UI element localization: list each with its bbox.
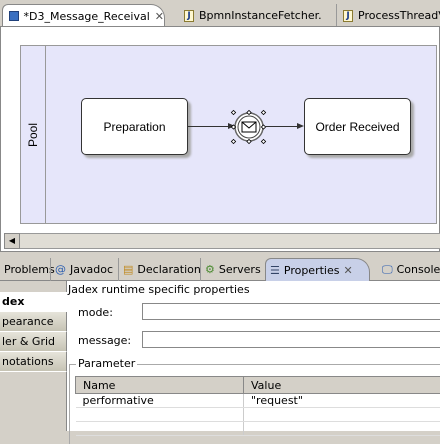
- table-row[interactable]: performative"request": [76, 394, 440, 408]
- tab-label: ProcessThreadVa: [358, 9, 440, 22]
- pool-label: Pool: [20, 45, 46, 224]
- parameter-table: NameValue performative"request": [75, 376, 440, 436]
- tab-label: *D3_Message_Receival: [24, 10, 150, 23]
- editor-tab-bpmninstancefetcher[interactable]: J BpmnInstanceFetcher.: [178, 4, 322, 27]
- diagram-icon: [9, 11, 19, 21]
- tab-javadoc[interactable]: @Javadoc: [50, 258, 117, 281]
- java-file-icon: J: [184, 10, 194, 22]
- console-icon: 🖵: [382, 263, 393, 277]
- properties-icon: ☰: [270, 264, 280, 277]
- horizontal-scrollbar[interactable]: [4, 233, 440, 249]
- task-preparation[interactable]: Preparation: [81, 98, 188, 155]
- arrowhead-icon: [297, 123, 304, 129]
- section-tab-ruler-grid[interactable]: ler & Grid: [0, 332, 67, 352]
- declaration-icon: ▤: [123, 263, 133, 276]
- scroll-left-button[interactable]: ◀: [4, 233, 20, 249]
- section-tab-jadex[interactable]: dex: [0, 292, 67, 312]
- tab-servers[interactable]: ⚙Servers: [200, 258, 265, 281]
- tab-declaration[interactable]: ▤Declaration: [118, 258, 205, 281]
- close-icon[interactable]: ✕: [343, 264, 352, 277]
- mode-input[interactable]: [142, 303, 440, 320]
- message-input[interactable]: [142, 331, 440, 348]
- tab-label: BpmnInstanceFetcher.: [199, 9, 322, 22]
- mode-label: mode:: [78, 306, 113, 319]
- sequence-flow[interactable]: [265, 126, 298, 127]
- tab-properties[interactable]: ☰Properties✕: [265, 258, 370, 281]
- java-file-icon: J: [343, 10, 353, 22]
- servers-icon: ⚙: [205, 263, 215, 276]
- section-tab-annotations[interactable]: notations: [0, 352, 67, 372]
- message-event-icon[interactable]: [229, 107, 269, 147]
- message-label: message:: [78, 334, 131, 347]
- at-icon: @: [55, 263, 66, 276]
- parameter-group-label: Parameter: [76, 357, 137, 370]
- table-row[interactable]: [76, 408, 440, 422]
- column-header-value[interactable]: Value: [244, 377, 440, 394]
- cell-name[interactable]: performative: [76, 394, 244, 408]
- properties-title: Jadex runtime specific properties: [68, 283, 250, 296]
- task-order-received[interactable]: Order Received: [304, 98, 411, 155]
- section-tab-appearance[interactable]: pearance: [0, 312, 67, 332]
- editor-tab-d3-message-receival[interactable]: *D3_Message_Receival ✕: [2, 4, 165, 27]
- editor-tab-processthread[interactable]: J ProcessThreadVa: [336, 4, 440, 27]
- close-icon[interactable]: ✕: [155, 10, 164, 23]
- cell-value[interactable]: "request": [244, 394, 440, 408]
- table-row[interactable]: [76, 422, 440, 436]
- column-header-name[interactable]: Name: [76, 377, 244, 394]
- tab-console[interactable]: 🖵Console: [378, 258, 440, 281]
